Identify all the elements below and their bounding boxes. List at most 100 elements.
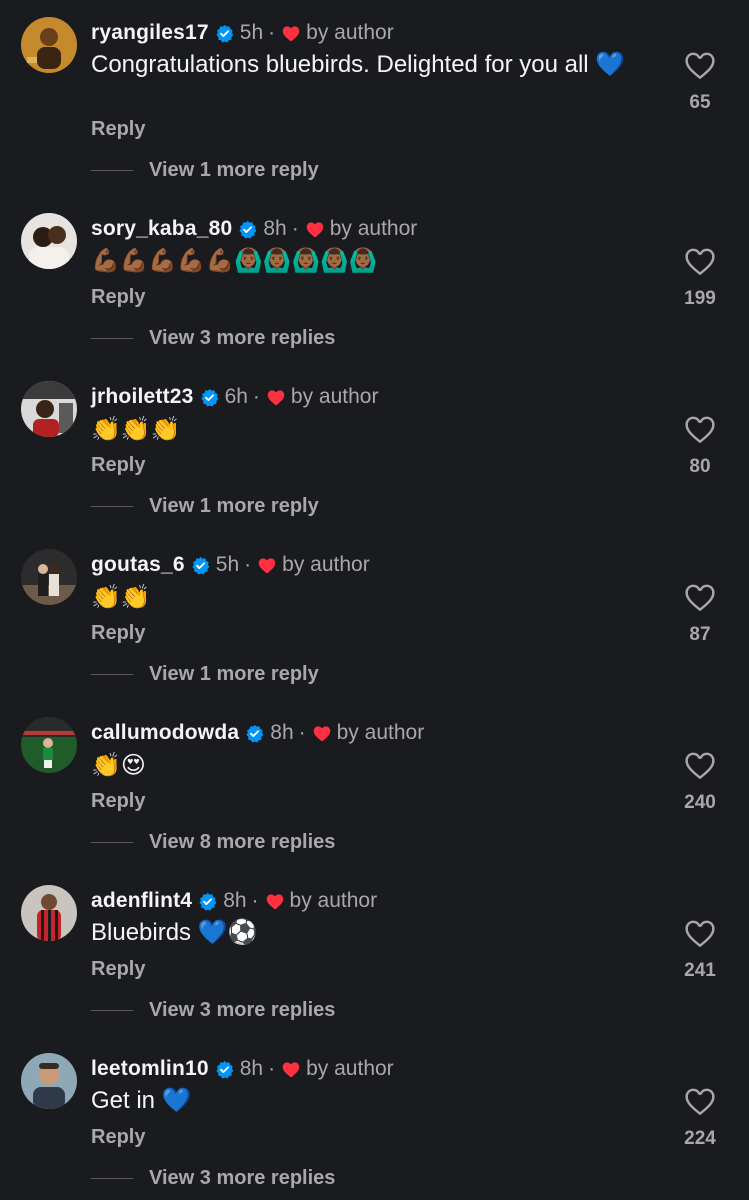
avatar[interactable] — [21, 213, 77, 269]
reply-button[interactable]: Reply — [91, 286, 145, 309]
reply-button[interactable]: Reply — [91, 622, 145, 645]
reply-button[interactable]: Reply — [91, 1126, 145, 1149]
avatar[interactable] — [21, 885, 77, 941]
comment-item: goutas_6 5h · by author 👏👏 Reply View 1 … — [0, 532, 749, 700]
view-more-replies-button[interactable]: View 1 more reply — [91, 663, 319, 686]
comment-header: leetomlin10 8h · by author — [91, 1055, 394, 1083]
username-link[interactable]: goutas_6 — [91, 553, 185, 577]
like-count: 65 — [689, 92, 711, 113]
comment-timestamp: 8h — [263, 217, 287, 240]
verified-badge-icon — [215, 24, 234, 43]
like-button[interactable] — [683, 1086, 717, 1116]
comment-timestamp: 8h — [270, 721, 294, 744]
verified-badge-icon — [215, 1060, 234, 1079]
comment-item: ryangiles17 5h · by author Congratulatio… — [0, 0, 749, 181]
reply-button[interactable]: Reply — [91, 454, 145, 477]
like-count: 199 — [684, 288, 716, 309]
heart-outline-icon — [685, 1088, 715, 1115]
heart-filled-icon — [282, 25, 300, 42]
like-button[interactable] — [683, 414, 717, 444]
separator-dot: · — [291, 217, 299, 240]
divider-line — [91, 842, 133, 843]
like-button[interactable] — [683, 50, 717, 80]
comment-timestamp: 8h — [239, 1057, 264, 1080]
divider-line — [91, 338, 133, 339]
verified-badge-icon — [200, 388, 219, 407]
view-more-replies-button[interactable]: View 3 more replies — [91, 999, 335, 1022]
liked-by-author-label: by author — [290, 385, 379, 408]
liked-by-author-label: by author — [306, 1057, 394, 1080]
view-more-replies-label: View 1 more reply — [149, 663, 319, 685]
liked-by-author-label: by author — [306, 21, 394, 44]
view-more-replies-button[interactable]: View 3 more replies — [91, 327, 335, 350]
username-link[interactable]: leetomlin10 — [91, 1057, 209, 1081]
heart-outline-icon — [685, 248, 715, 275]
divider-line — [91, 1178, 133, 1179]
view-more-replies-label: View 3 more replies — [149, 1167, 336, 1189]
heart-filled-icon — [306, 221, 324, 238]
heart-outline-icon — [685, 584, 715, 611]
username-link[interactable]: jrhoilett23 — [91, 385, 194, 409]
comment-text: Bluebirds 💙⚽️ — [91, 919, 258, 946]
comment-text: 👏👏👏 — [91, 415, 181, 443]
reply-button[interactable]: Reply — [91, 118, 145, 141]
comment-text: 👏👏 — [91, 583, 151, 611]
heart-filled-icon — [258, 557, 276, 574]
comment-item: jrhoilett23 6h · by author 👏👏👏 Reply Vie… — [0, 364, 749, 532]
like-count: 87 — [689, 624, 711, 645]
comment-item: adenflint4 8h · by author Bluebirds 💙⚽️ … — [0, 868, 749, 1036]
view-more-replies-label: View 3 more replies — [149, 999, 336, 1021]
view-more-replies-button[interactable]: View 1 more reply — [91, 495, 319, 518]
liked-by-author-label: by author — [336, 721, 425, 744]
view-more-replies-label: View 3 more replies — [149, 327, 336, 349]
like-button[interactable] — [683, 246, 717, 276]
separator-dot: · — [268, 1057, 276, 1080]
heart-filled-icon — [267, 389, 285, 406]
heart-outline-icon — [685, 416, 715, 443]
username-link[interactable]: sory_kaba_80 — [91, 217, 232, 241]
comment-timestamp: 5h — [239, 21, 264, 44]
reply-button[interactable]: Reply — [91, 790, 145, 813]
verified-badge-icon — [238, 220, 257, 239]
view-more-replies-button[interactable]: View 3 more replies — [91, 1167, 335, 1190]
comment-text: 👏😍 — [91, 751, 146, 779]
avatar[interactable] — [21, 381, 77, 437]
like-button[interactable] — [683, 582, 717, 612]
like-count: 241 — [684, 960, 716, 981]
divider-line — [91, 170, 133, 171]
heart-outline-icon — [685, 752, 715, 779]
like-button[interactable] — [683, 750, 717, 780]
heart-filled-icon — [313, 725, 331, 742]
view-more-replies-button[interactable]: View 1 more reply — [91, 159, 319, 182]
comment-header: callumodowda 8h · by author — [91, 719, 424, 747]
view-more-replies-label: View 1 more reply — [149, 159, 319, 181]
avatar[interactable] — [21, 549, 77, 605]
liked-by-author-label: by author — [329, 217, 418, 240]
comment-header: jrhoilett23 6h · by author — [91, 383, 378, 411]
username-link[interactable]: callumodowda — [91, 721, 239, 745]
comment-text: 💪🏾💪🏾💪🏾💪🏾💪🏾🙆🏾‍♂️🙆🏾‍♂️🙆🏾‍♂️🙆🏾‍♂️🙆🏾‍♂️ — [91, 248, 378, 274]
avatar[interactable] — [21, 17, 77, 73]
comment-text: Congratulations bluebirds. Delighted for… — [91, 51, 626, 78]
comment-header: ryangiles17 5h · by author — [91, 19, 394, 47]
comment-item: sory_kaba_80 8h · by author 💪🏾💪🏾💪🏾💪🏾💪🏾🙆🏾… — [0, 196, 749, 364]
verified-badge-icon — [245, 724, 264, 743]
separator-dot: · — [298, 721, 306, 744]
view-more-replies-button[interactable]: View 8 more replies — [91, 831, 335, 854]
like-button[interactable] — [683, 918, 717, 948]
like-count: 80 — [689, 456, 711, 477]
reply-button[interactable]: Reply — [91, 958, 145, 981]
separator-dot: · — [268, 21, 276, 44]
comment-item: leetomlin10 8h · by author Get in 💙 Repl… — [0, 1036, 749, 1200]
heart-filled-icon — [266, 893, 284, 910]
avatar[interactable] — [21, 717, 77, 773]
comment-item: callumodowda 8h · by author 👏😍 Reply Vie… — [0, 700, 749, 868]
comment-header: goutas_6 5h · by author — [91, 551, 370, 579]
verified-badge-icon — [191, 556, 210, 575]
heart-filled-icon — [282, 1061, 300, 1078]
username-link[interactable]: adenflint4 — [91, 889, 192, 913]
username-link[interactable]: ryangiles17 — [91, 21, 209, 45]
like-count: 240 — [684, 792, 716, 813]
avatar[interactable] — [21, 1053, 77, 1109]
liked-by-author-label: by author — [289, 889, 378, 912]
